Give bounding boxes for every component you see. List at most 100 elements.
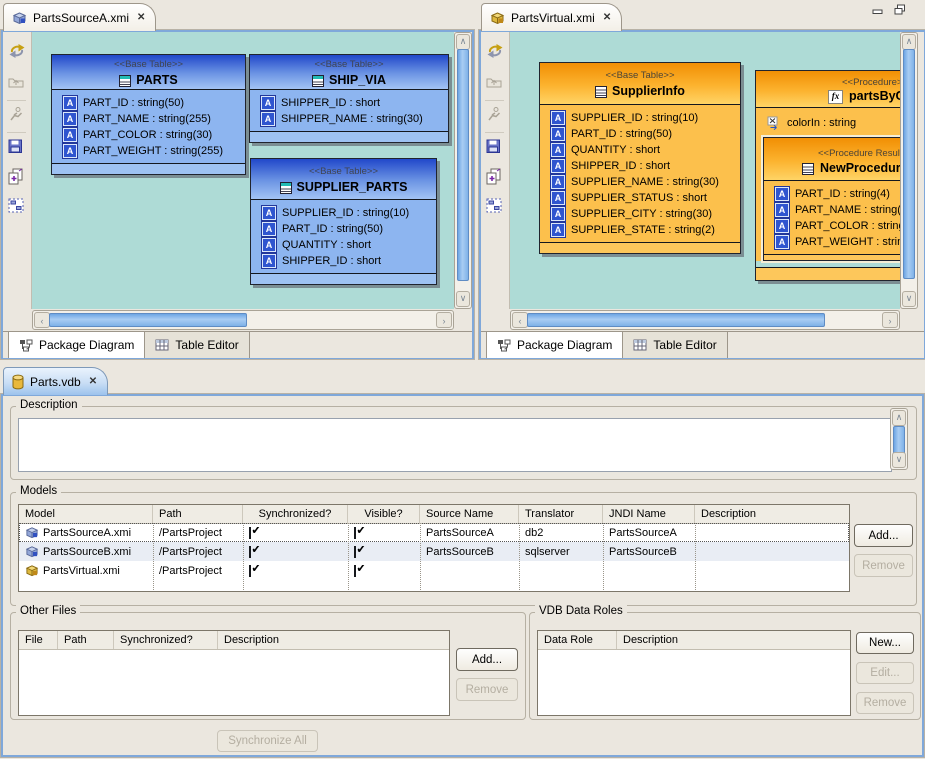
- save-diagram-icon[interactable]: [8, 139, 26, 156]
- column-header-file[interactable]: File: [19, 631, 58, 649]
- attribute-row[interactable]: ASHIPPER_ID : short: [540, 158, 740, 174]
- attribute-row[interactable]: ASUPPLIER_NAME : string(30): [540, 174, 740, 190]
- attribute-row[interactable]: APART_ID : string(50): [52, 95, 245, 111]
- scroll-right-button[interactable]: ›: [436, 312, 452, 328]
- scroll-left-button[interactable]: ‹: [34, 312, 50, 328]
- model-row-partssourceb[interactable]: PartsSourceB.xmi /PartsProject ✓ ✓ Parts…: [19, 542, 849, 561]
- description-scrollbar[interactable]: ∧ ∨: [890, 408, 908, 470]
- column-header-data-role[interactable]: Data Role: [538, 631, 617, 649]
- attribute-row[interactable]: APART_WEIGHT : string(255): [764, 234, 900, 250]
- close-icon[interactable]: ✕: [89, 377, 97, 387]
- checkbox-visible[interactable]: ✓: [354, 565, 356, 577]
- scroll-left-button[interactable]: ‹: [512, 312, 528, 328]
- scroll-down-button[interactable]: ∨: [456, 291, 470, 307]
- other-files-table[interactable]: File Path Synchronized? Description: [18, 630, 450, 716]
- attribute-row[interactable]: AQUANTITY : short: [540, 142, 740, 158]
- column-header-synchronized[interactable]: Synchronized?: [114, 631, 218, 649]
- scroll-right-button[interactable]: ›: [882, 312, 898, 328]
- data-roles-edit-button[interactable]: Edit...: [856, 662, 914, 684]
- model-row-partssourcea[interactable]: PartsSourceA.xmi /PartsProject ✓ ✓ Parts…: [19, 523, 849, 542]
- diagram-result-newprocedureresult[interactable]: <<Procedure Result>> NewProcedureResult …: [763, 137, 900, 261]
- canvas-vertical-scrollbar[interactable]: ∧ ∨: [900, 32, 918, 309]
- diagram-layout-icon[interactable]: [8, 198, 26, 215]
- tab-parts-vdb[interactable]: Parts.vdb ✕: [3, 367, 108, 395]
- data-roles-table[interactable]: Data Role Description: [537, 630, 851, 716]
- attribute-row[interactable]: APART_ID : string(50): [540, 126, 740, 142]
- tab-partssourcea-xmi[interactable]: PartsSourceA.xmi ✕: [3, 3, 156, 31]
- scrollbar-thumb[interactable]: [457, 49, 469, 281]
- attribute-row[interactable]: ASUPPLIER_ID : string(10): [540, 110, 740, 126]
- clone-diagram-icon[interactable]: [486, 168, 504, 185]
- column-header-description[interactable]: Description: [218, 631, 449, 649]
- refresh-icon[interactable]: [486, 43, 504, 60]
- preview-data-icon[interactable]: [486, 106, 504, 123]
- preview-data-icon[interactable]: [8, 106, 26, 123]
- close-icon[interactable]: ✕: [137, 13, 145, 23]
- tab-partsvirtual-xmi[interactable]: PartsVirtual.xmi ✕: [481, 3, 622, 31]
- parameter-row[interactable]: colorIn : string: [756, 108, 900, 137]
- clone-diagram-icon[interactable]: [8, 168, 26, 185]
- package-diagram-canvas[interactable]: <<Base Table>> SupplierInfo ASUPPLIER_ID…: [510, 32, 900, 309]
- refresh-icon[interactable]: [8, 43, 26, 60]
- attribute-row[interactable]: ASUPPLIER_STATE : string(2): [540, 222, 740, 238]
- column-header-translator[interactable]: Translator: [519, 505, 603, 523]
- attribute-row[interactable]: APART_NAME : string(255): [764, 202, 900, 218]
- scroll-up-button[interactable]: ∧: [892, 410, 906, 426]
- tab-package-diagram[interactable]: Package Diagram: [486, 332, 623, 358]
- column-header-visible[interactable]: Visible?: [348, 505, 420, 523]
- scrollbar-thumb[interactable]: [49, 313, 247, 327]
- models-table[interactable]: Model Path Synchronized? Visible? Source…: [18, 504, 850, 592]
- scrollbar-thumb[interactable]: [527, 313, 825, 327]
- checkbox-synchronized[interactable]: ✓: [249, 527, 251, 539]
- minimize-icon[interactable]: [872, 6, 884, 15]
- diagram-layout-icon[interactable]: [486, 198, 504, 215]
- attribute-row[interactable]: APART_ID : string(4): [764, 186, 900, 202]
- scrollbar-thumb[interactable]: [893, 426, 905, 455]
- attribute-row[interactable]: APART_WEIGHT : string(255): [52, 143, 245, 159]
- up-level-icon[interactable]: [8, 75, 26, 92]
- scrollbar-thumb[interactable]: [903, 49, 915, 279]
- checkbox-visible[interactable]: ✓: [354, 546, 356, 558]
- attribute-row[interactable]: ASUPPLIER_CITY : string(30): [540, 206, 740, 222]
- data-roles-remove-button[interactable]: Remove: [856, 692, 914, 714]
- attribute-row[interactable]: APART_COLOR : string(30): [764, 218, 900, 234]
- scroll-up-button[interactable]: ∧: [456, 34, 470, 50]
- column-header-description[interactable]: Description: [695, 505, 847, 523]
- tab-table-editor[interactable]: Table Editor: [623, 332, 727, 358]
- attribute-row[interactable]: ASHIPPER_ID : short: [250, 95, 448, 111]
- diagram-table-supplierinfo[interactable]: <<Base Table>> SupplierInfo ASUPPLIER_ID…: [539, 62, 741, 254]
- column-header-description[interactable]: Description: [617, 631, 850, 649]
- canvas-horizontal-scrollbar[interactable]: ‹ ›: [32, 310, 454, 330]
- save-diagram-icon[interactable]: [486, 139, 504, 156]
- attribute-row[interactable]: ASUPPLIER_STATUS : short: [540, 190, 740, 206]
- attribute-row[interactable]: ASHIPPER_ID : short: [251, 253, 436, 269]
- tab-package-diagram[interactable]: Package Diagram: [8, 332, 145, 358]
- close-icon[interactable]: ✕: [603, 13, 611, 23]
- attribute-row[interactable]: APART_ID : string(50): [251, 221, 436, 237]
- checkbox-visible[interactable]: ✓: [354, 527, 356, 539]
- data-roles-new-button[interactable]: New...: [856, 632, 914, 654]
- attribute-row[interactable]: ASHIPPER_NAME : string(30): [250, 111, 448, 127]
- models-add-button[interactable]: Add...: [854, 524, 913, 547]
- diagram-table-supplier-parts[interactable]: <<Base Table>> SUPPLIER_PARTS ASUPPLIER_…: [250, 158, 437, 285]
- up-level-icon[interactable]: [486, 75, 504, 92]
- diagram-table-parts[interactable]: <<Base Table>> PARTS APART_ID : string(5…: [51, 54, 246, 175]
- description-input[interactable]: [18, 418, 892, 472]
- package-diagram-canvas[interactable]: <<Base Table>> PARTS APART_ID : string(5…: [32, 32, 454, 309]
- attribute-row[interactable]: APART_NAME : string(255): [52, 111, 245, 127]
- tab-table-editor[interactable]: Table Editor: [145, 332, 249, 358]
- column-header-jndi-name[interactable]: JNDI Name: [603, 505, 695, 523]
- column-header-synchronized[interactable]: Synchronized?: [243, 505, 348, 523]
- column-header-source-name[interactable]: Source Name: [420, 505, 519, 523]
- other-files-remove-button[interactable]: Remove: [456, 678, 518, 701]
- diagram-procedure-partsbycolor[interactable]: <<Procedure>> fxpartsByColor colorIn : s…: [755, 70, 900, 281]
- column-header-path[interactable]: Path: [58, 631, 114, 649]
- checkbox-synchronized[interactable]: ✓: [249, 565, 251, 577]
- column-header-path[interactable]: Path: [153, 505, 243, 523]
- model-row-partsvirtual[interactable]: PartsVirtual.xmi /PartsProject ✓ ✓: [19, 561, 849, 580]
- column-header-model[interactable]: Model: [19, 505, 153, 523]
- diagram-table-ship-via[interactable]: <<Base Table>> SHIP_VIA ASHIPPER_ID : sh…: [249, 54, 449, 143]
- scroll-down-button[interactable]: ∨: [902, 291, 916, 307]
- scroll-down-button[interactable]: ∨: [892, 452, 906, 468]
- canvas-vertical-scrollbar[interactable]: ∧ ∨: [454, 32, 472, 309]
